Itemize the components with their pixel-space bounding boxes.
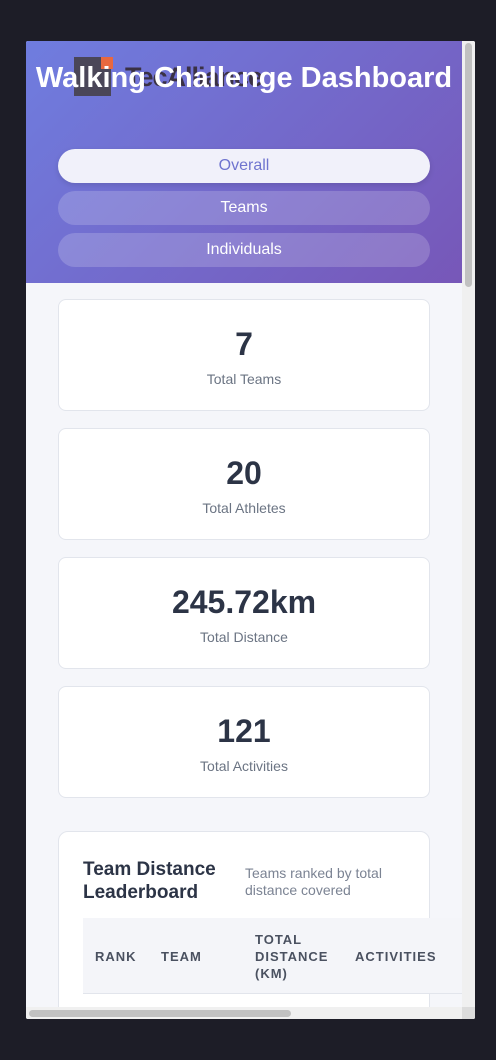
column-header-team[interactable]: TEAM [161, 948, 202, 965]
column-header-rank[interactable]: RANK [95, 948, 137, 965]
tab-teams[interactable]: Teams [58, 191, 430, 225]
horizontal-scrollbar[interactable] [26, 1007, 475, 1019]
stat-label: Total Teams [206, 371, 282, 387]
stat-label: Total Activities [200, 758, 288, 774]
column-header-total-distance[interactable]: TOTAL DISTANCE (KM) [255, 931, 335, 982]
stat-value: 245.72km [171, 584, 317, 620]
tab-individuals[interactable]: Individuals [58, 233, 430, 267]
leaderboard-title: Team Distance Leaderboard [83, 859, 216, 903]
stat-label: Total Distance [200, 629, 288, 645]
scrollbar-corner [462, 1007, 475, 1019]
column-header-activities[interactable]: ACTIVITIES [355, 948, 437, 965]
stat-card-total-distance: 245.72km Total Distance [58, 557, 430, 669]
stat-value: 121 [217, 713, 271, 749]
tab-overall[interactable]: Overall [58, 149, 430, 183]
vertical-scrollbar-thumb[interactable] [465, 43, 472, 287]
stat-card-total-activities: 121 Total Activities [58, 686, 430, 798]
horizontal-scrollbar-thumb[interactable] [29, 1010, 291, 1017]
vertical-scrollbar[interactable] [462, 41, 475, 1007]
stat-label: Total Athletes [202, 500, 286, 516]
leaderboard-table-header: RANK TEAM TOTAL DISTANCE (KM) ACTIVITIES [83, 918, 462, 994]
stat-card-total-athletes: 20 Total Athletes [58, 428, 430, 540]
page-title: Walking Challenge Dashboard [35, 62, 453, 94]
stat-value: 20 [226, 455, 262, 491]
team-leaderboard-card: Team Distance Leaderboard Teams ranked b… [58, 831, 462, 1007]
stat-card-total-teams: 7 Total Teams [58, 299, 430, 411]
browser-window: TecAlliance Walking Challenge Dashboard … [26, 41, 475, 1019]
leaderboard-subtitle: Teams ranked by total distance covered [245, 865, 382, 898]
stat-value: 7 [235, 326, 253, 362]
dashboard-header: TecAlliance Walking Challenge Dashboard … [26, 41, 462, 283]
page-viewport: TecAlliance Walking Challenge Dashboard … [26, 41, 462, 1007]
